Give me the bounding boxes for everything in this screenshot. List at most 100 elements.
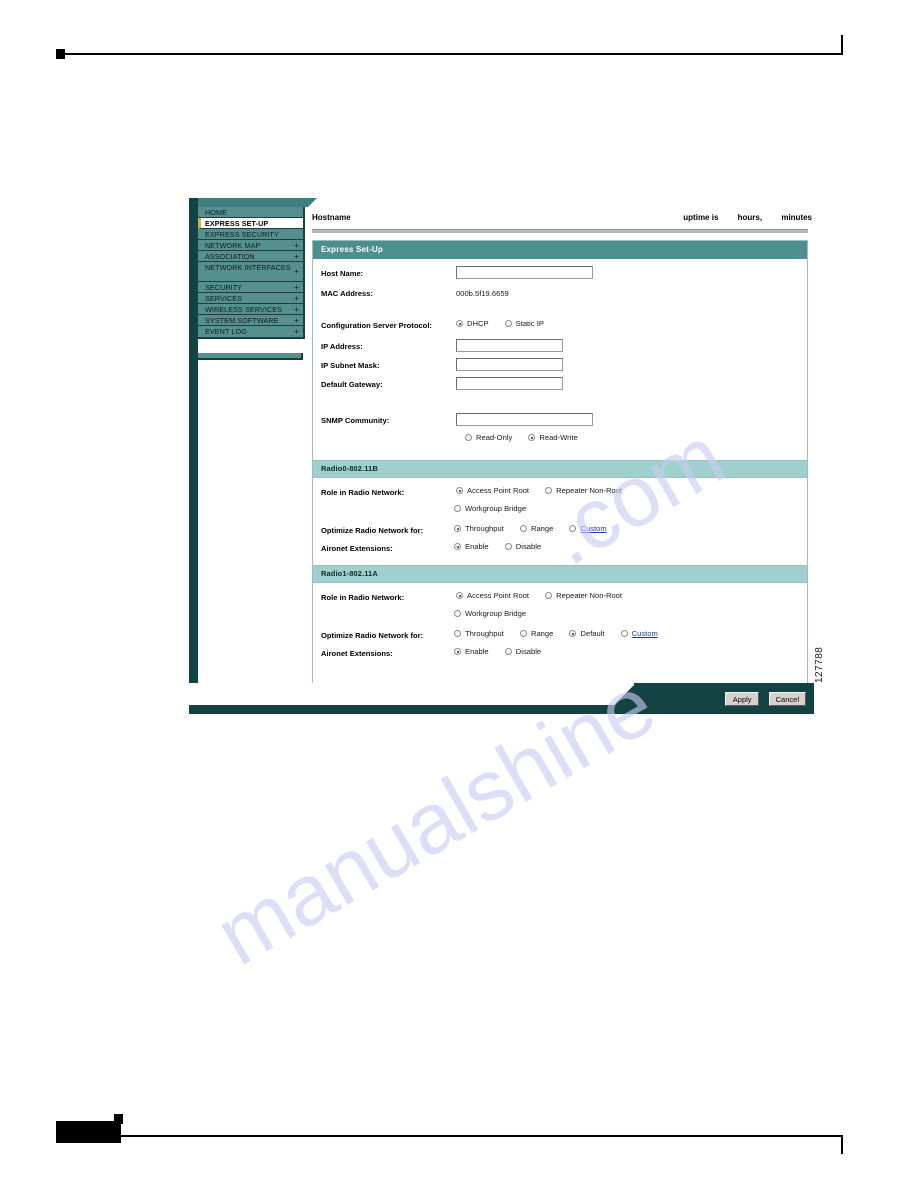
radio-option-label-link[interactable]: Custom	[580, 524, 606, 533]
snmp-community-input[interactable]	[456, 413, 593, 426]
sidebar-item-label: EXPRESS SET-UP	[205, 219, 269, 228]
radio-option-enable[interactable]: Enable	[454, 647, 489, 656]
figure-number: 127788	[814, 646, 825, 683]
radio-option-label: Range	[530, 629, 554, 638]
radio0-role-radio-group-2: Workgroup Bridge	[454, 504, 540, 513]
sidebar-item-event-log[interactable]: EVENT LOG +	[198, 326, 303, 337]
host-name-input[interactable]	[456, 266, 593, 279]
default-gateway-input[interactable]	[456, 377, 563, 390]
sidebar-item-services[interactable]: SERVICES +	[198, 293, 303, 304]
sidebar-item-wireless-services[interactable]: WIRELESS SERVICES +	[198, 304, 303, 315]
radio-option-label: Access Point Root	[467, 591, 530, 600]
radio-option-read-only[interactable]: Read-Only	[465, 433, 512, 442]
radio-option-throughput[interactable]: Throughput	[454, 524, 504, 533]
radio-option-custom[interactable]: Custom	[569, 524, 607, 533]
expand-plus-icon[interactable]: +	[294, 326, 299, 337]
cancel-button[interactable]: Cancel	[768, 692, 806, 706]
radio-option-range[interactable]: Range	[519, 629, 554, 638]
sidebar-item-label: SECURITY	[205, 283, 243, 292]
express-setup-header: Express Set-Up	[313, 241, 807, 259]
radio1-section-header: Radio1-802.11A	[313, 565, 807, 583]
expand-plus-icon[interactable]: +	[294, 251, 299, 262]
radio-option-repeater-non-root[interactable]: Repeater Non-Root	[545, 486, 622, 495]
ip-address-label: IP Address:	[321, 342, 363, 351]
radio-option-access-point-root[interactable]: Access Point Root	[456, 591, 529, 600]
radio-dot-icon	[545, 592, 553, 599]
radio-dot-icon	[519, 525, 527, 532]
ip-subnet-input[interactable]	[456, 358, 563, 371]
radio0-role-row2: Workgroup Bridge	[313, 503, 807, 523]
radio-option-throughput[interactable]: Throughput	[454, 629, 504, 638]
ip-subnet-row: IP Subnet Mask:	[313, 358, 807, 377]
sidebar-item-security[interactable]: SECURITY +	[198, 282, 303, 293]
radio-dot-icon	[454, 543, 461, 550]
sidebar-item-express-set-up[interactable]: EXPRESS SET-UP	[198, 218, 303, 229]
radio-option-repeater-non-root[interactable]: Repeater Non-Root	[545, 591, 622, 600]
sidebar-item-network-interfaces[interactable]: NETWORK INTERFACES +	[198, 262, 303, 282]
sidebar-item-home[interactable]: HOME	[198, 207, 303, 218]
radio-option-enable[interactable]: Enable	[454, 542, 489, 551]
sidebar-item-system-software[interactable]: SYSTEM SOFTWARE +	[198, 315, 303, 326]
radio-option-label-link[interactable]: Custom	[632, 629, 658, 638]
page-footer-rule	[56, 1135, 843, 1137]
content-titlebar: Hostname uptime is hours, minutes	[310, 207, 814, 233]
express-setup-card: Express Set-Up Host Name: MAC Address: 0…	[312, 240, 808, 686]
radio-option-label: Repeater Non-Root	[556, 591, 623, 600]
content-pane: Hostname uptime is hours, minutes Expres…	[310, 207, 814, 686]
window-top-accent	[198, 198, 308, 207]
sidebar-item-label: ASSOCIATION	[205, 252, 255, 261]
radio0-optimize-radio-group: Throughput Range Custom	[454, 524, 621, 533]
radio1-aironet-radio-group: Enable Disable	[454, 647, 555, 656]
expand-plus-icon[interactable]: +	[294, 293, 299, 304]
snmp-community-row: SNMP Community:	[313, 413, 807, 432]
radio-dot-icon	[454, 610, 461, 617]
uptime-hours: hours,	[737, 213, 763, 222]
radio-option-label: Default	[580, 629, 605, 638]
sidebar-item-association[interactable]: ASSOCIATION +	[198, 251, 303, 262]
radio-option-read-write[interactable]: Read-Write	[528, 433, 578, 442]
page-header-tick	[841, 35, 843, 54]
radio1-role-row2: Workgroup Bridge	[313, 608, 807, 628]
window-left-rail	[189, 198, 198, 714]
radio-option-label: Throughput	[465, 629, 504, 638]
window-footer-notch	[189, 683, 634, 705]
window-footer-diagonal	[614, 683, 636, 705]
radio-option-dhcp[interactable]: DHCP	[456, 319, 489, 328]
expand-plus-icon[interactable]: +	[294, 315, 299, 326]
radio-dot-icon	[456, 487, 463, 494]
title-divider	[312, 229, 808, 233]
sidebar-item-express-security[interactable]: EXPRESS SECURITY	[198, 229, 303, 240]
snmp-access-radio-group: Read-Only Read-Write	[465, 433, 592, 442]
radio1-optimize-label: Optimize Radio Network for:	[321, 631, 424, 640]
radio-option-custom[interactable]: Custom	[620, 629, 658, 638]
radio-dot-icon	[454, 648, 461, 655]
radio1-optimize-radio-group: Throughput Range Default Custom	[454, 629, 672, 638]
sidebar-item-network-map[interactable]: NETWORK MAP +	[198, 240, 303, 251]
expand-plus-icon[interactable]: +	[294, 262, 299, 282]
sidebar-item-label: NETWORK MAP	[205, 241, 261, 250]
radio-option-static-ip[interactable]: Static IP	[504, 319, 544, 328]
expand-plus-icon[interactable]: +	[294, 304, 299, 315]
radio1-role-label: Role in Radio Network:	[321, 593, 405, 602]
radio-option-label: Workgroup Bridge	[465, 609, 527, 618]
radio-option-disable[interactable]: Disable	[504, 542, 541, 551]
radio-option-label: Static IP	[515, 319, 544, 328]
radio1-aironet-label: Aironet Extensions:	[321, 649, 393, 658]
radio0-role-row: Role in Radio Network: Access Point Root…	[313, 485, 807, 503]
expand-plus-icon[interactable]: +	[294, 240, 299, 251]
radio-option-access-point-root[interactable]: Access Point Root	[456, 486, 529, 495]
sidebar-item-label: SYSTEM SOFTWARE	[205, 316, 279, 325]
radio-option-label: Enable	[465, 542, 489, 551]
radio-option-range[interactable]: Range	[519, 524, 553, 533]
radio-option-disable[interactable]: Disable	[504, 647, 541, 656]
expand-plus-icon[interactable]: +	[294, 282, 299, 293]
radio-option-default[interactable]: Default	[569, 629, 605, 638]
sidebar-tail	[198, 353, 303, 360]
radio-option-label: DHCP	[467, 319, 489, 328]
apply-button[interactable]: Apply	[725, 692, 760, 706]
radio-option-workgroup-bridge[interactable]: Workgroup Bridge	[454, 609, 526, 618]
ip-address-input[interactable]	[456, 339, 563, 352]
radio-dot-icon	[454, 525, 461, 532]
radio0-aironet-row: Aironet Extensions: Enable Disable	[313, 541, 807, 556]
radio-option-workgroup-bridge[interactable]: Workgroup Bridge	[454, 504, 526, 513]
